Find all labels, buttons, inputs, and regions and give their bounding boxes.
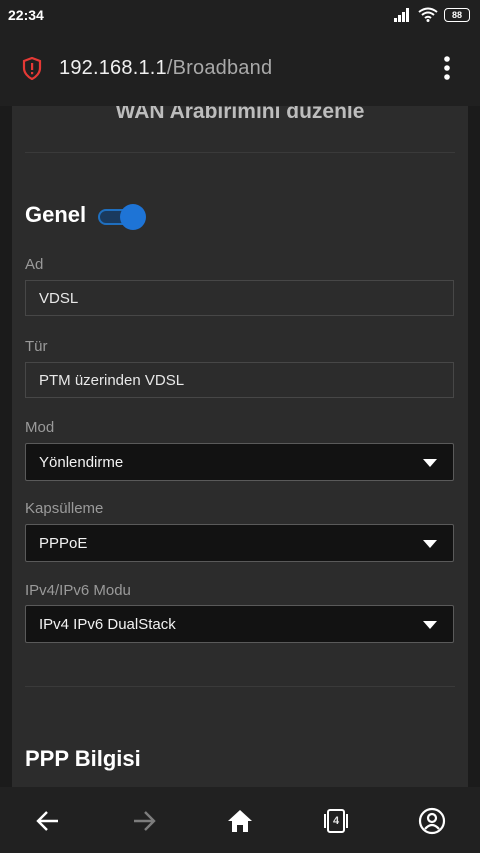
url-path: /Broadband — [166, 57, 273, 79]
wan-edit-card: WAN Arabirimini düzenle Genel Ad VDSL Tü… — [12, 106, 468, 787]
ip-mode-select-value: IPv4 IPv6 DualStack — [39, 616, 176, 633]
more-vert-icon[interactable] — [436, 55, 458, 81]
address-bar[interactable]: 192.168.1.1/Broadband — [59, 57, 272, 80]
back-arrow-icon[interactable] — [34, 807, 62, 835]
general-heading: Genel — [25, 202, 87, 227]
kapsulleme-select[interactable]: PPPoE — [25, 524, 454, 562]
tur-label: Tür — [25, 338, 48, 355]
mod-select[interactable]: Yönlendirme — [25, 443, 454, 481]
toggle-knob — [120, 204, 146, 230]
chevron-down-icon — [423, 459, 437, 467]
ad-label: Ad — [25, 256, 44, 273]
wifi-icon — [418, 7, 438, 22]
kapsulleme-select-value: PPPoE — [39, 535, 88, 552]
ip-mode-select[interactable]: IPv4 IPv6 DualStack — [25, 605, 454, 643]
browser-bottom-bar: 4 — [0, 787, 480, 853]
title-divider — [25, 152, 455, 153]
signal-icon — [394, 7, 409, 22]
section-divider — [25, 686, 455, 687]
chevron-down-icon — [423, 621, 437, 629]
general-enable-toggle[interactable] — [98, 204, 146, 230]
mod-label: Mod — [25, 419, 55, 436]
tabs-button[interactable]: 4 — [322, 807, 350, 835]
status-icons: 88 — [394, 7, 470, 22]
page-title: WAN Arabirimini düzenle — [115, 106, 365, 123]
ppp-heading: PPP Bilgisi — [25, 746, 141, 771]
url-host: 192.168.1.1 — [59, 57, 167, 79]
tab-count: 4 — [333, 815, 340, 827]
forward-arrow-icon[interactable] — [130, 807, 158, 835]
chevron-down-icon — [423, 540, 437, 548]
home-icon[interactable] — [226, 807, 254, 835]
browser-toolbar: 192.168.1.1/Broadband — [0, 30, 480, 106]
account-icon[interactable] — [418, 807, 446, 835]
battery-icon: 88 — [444, 7, 470, 22]
warning-shield-icon[interactable] — [22, 57, 42, 80]
ip-mode-label: IPv4/IPv6 Modu — [25, 582, 131, 599]
mod-select-value: Yönlendirme — [39, 454, 124, 471]
status-time: 22:34 — [8, 7, 44, 23]
tur-field[interactable]: PTM üzerinden VDSL — [25, 362, 454, 398]
ad-field[interactable]: VDSL — [25, 280, 454, 316]
kapsulleme-label: Kapsülleme — [25, 500, 104, 517]
status-bar: 22:34 88 — [0, 0, 480, 30]
